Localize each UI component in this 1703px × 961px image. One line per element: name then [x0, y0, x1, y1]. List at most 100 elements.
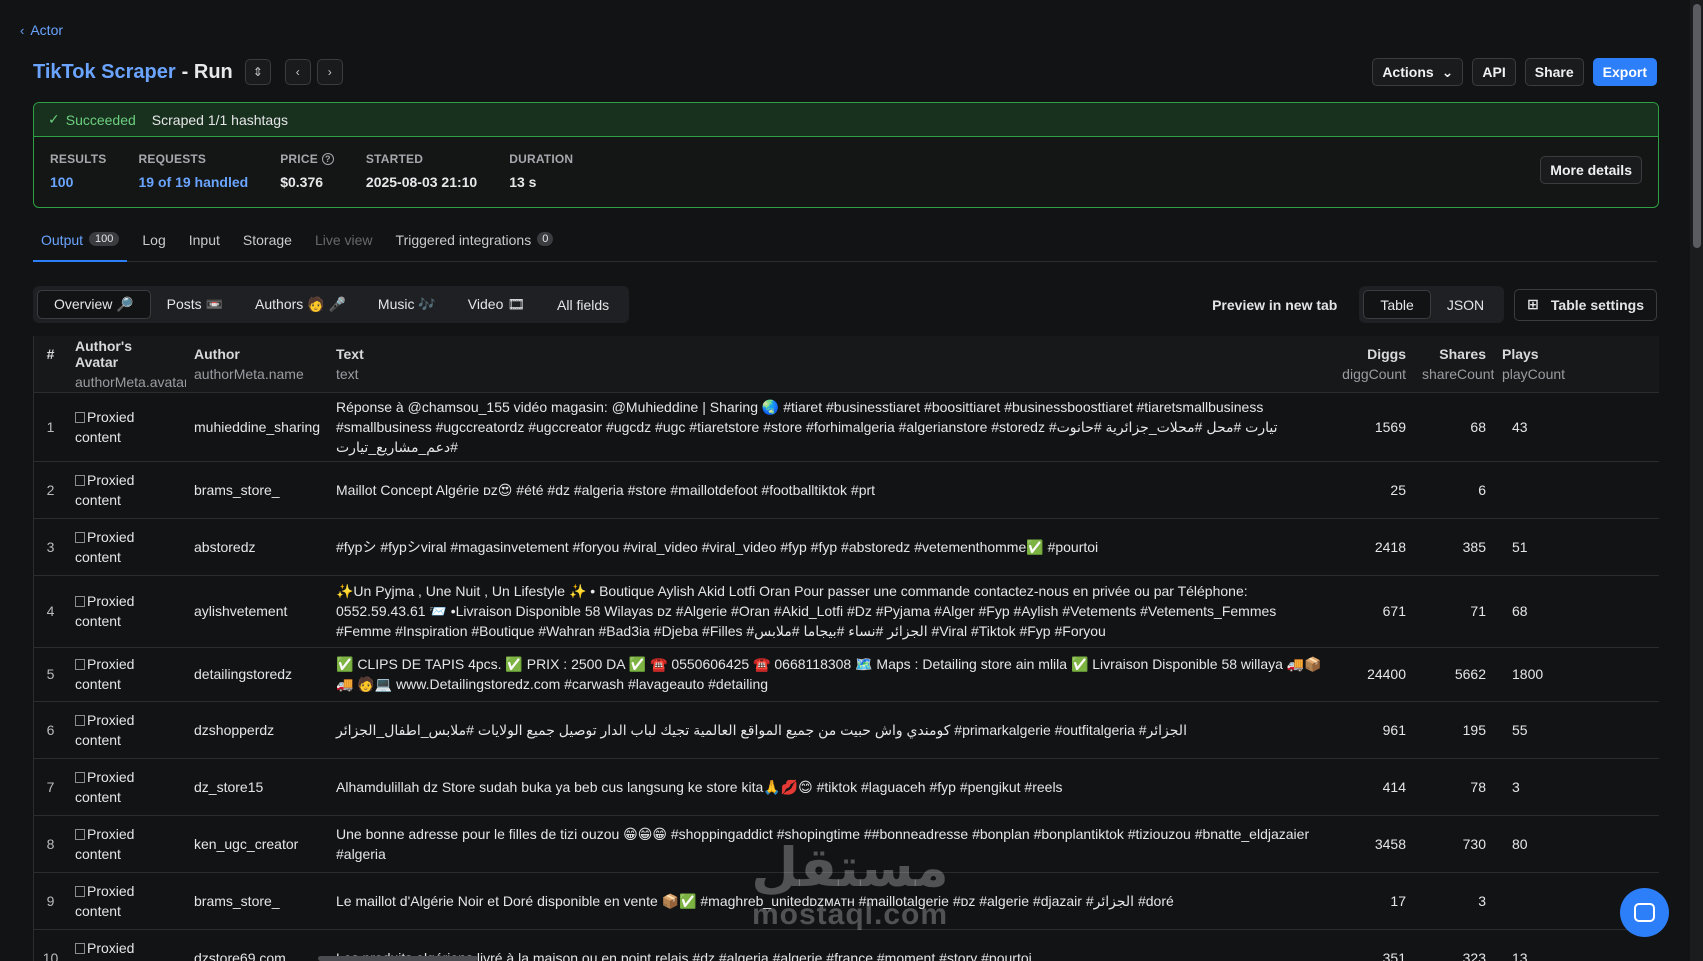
plays-count: 43 [1494, 392, 1659, 462]
vertical-scrollbar[interactable] [1690, 0, 1703, 961]
tab-input[interactable]: Input [181, 228, 228, 262]
author-name: muhieddine_sharing [186, 392, 328, 462]
author-name: brams_store_ [186, 461, 328, 519]
run-stats: RESULTS 100 REQUESTS 19 of 19 handled PR… [34, 137, 1658, 190]
run-tabs: Output 100 Log Input Storage Live view Tr… [33, 228, 1657, 262]
row-index: 10 [34, 929, 67, 961]
column-header-author[interactable]: Author authorMeta.name [186, 336, 328, 393]
column-title: Author [194, 345, 240, 362]
view-music[interactable]: Music 🎶 [362, 290, 452, 319]
table-row[interactable]: 6 Proxied content dzshopperdz كومندي واش حب… [34, 701, 1659, 759]
shares-count: 68 [1414, 392, 1494, 462]
stat-requests: REQUESTS 19 of 19 handled [139, 152, 249, 190]
previous-run-button[interactable]: ‹ [284, 59, 311, 85]
author-avatar: Proxied content [67, 872, 186, 930]
results-value-link[interactable]: 100 [50, 174, 107, 190]
breadcrumb-back-link[interactable]: ‹ Actor [20, 22, 63, 38]
preview-new-tab-link[interactable]: Preview in new tab [1212, 297, 1337, 313]
more-details-button[interactable]: More details [1540, 156, 1642, 184]
post-text: Maillot Concept Algérie ᴅᴢ😍 #été #dz #al… [328, 461, 1332, 519]
author-name: detailingstoredz [186, 647, 328, 702]
table-row[interactable]: 2 Proxied content brams_store_ Maillot Conc… [34, 461, 1659, 519]
table-row[interactable]: 4 Proxied content aylishvetement ✨Un Pyjma … [34, 575, 1659, 648]
view-authors[interactable]: Authors 🧑 🎤 [239, 290, 362, 319]
format-json[interactable]: JSON [1431, 290, 1500, 319]
column-header-index[interactable]: # [34, 336, 67, 393]
tab-triggered-integrations[interactable]: Triggered integrations 0 [388, 228, 562, 262]
row-index: 1 [34, 392, 67, 462]
table-row[interactable]: 5 Proxied content detailingstoredz ✅ CLIPS … [34, 647, 1659, 702]
column-header-avatar[interactable]: Author's Avatar authorMeta.avatar [67, 336, 186, 393]
column-header-text[interactable]: Text text [328, 336, 1332, 393]
avatar-image-placeholder: Proxied content [75, 938, 178, 961]
author-avatar: Proxied content [67, 815, 186, 873]
row-index: 7 [34, 758, 67, 816]
chevron-right-icon: › [327, 65, 332, 79]
stat-results: RESULTS 100 [50, 152, 107, 190]
table-tools: Preview in new tab Table JSON ⊞ Table set… [1212, 286, 1657, 323]
output-toolbar: Overview 🔎 Posts 📼 Authors 🧑 🎤 Music 🎶 V… [33, 286, 1657, 324]
table-row[interactable]: 1 Proxied content muhieddine_sharing Répons… [34, 392, 1659, 462]
status-badge: ✓ Succeeded [48, 111, 136, 128]
shares-count: 6 [1414, 461, 1494, 519]
view-all-fields[interactable]: All fields [541, 290, 625, 319]
row-index: 5 [34, 647, 67, 702]
share-button[interactable]: Share [1524, 58, 1584, 86]
column-header-plays[interactable]: Plays playCount [1494, 336, 1659, 393]
author-avatar: Proxied content [67, 518, 186, 576]
scrollbar-thumb[interactable] [1693, 4, 1701, 248]
api-button[interactable]: API [1472, 58, 1516, 86]
broken-image-icon [75, 596, 85, 607]
author-name: ken_ugc_creator [186, 815, 328, 873]
app-page: ‹ Actor TikTok Scraper - Run ⇕ ‹ › Actio… [0, 0, 1690, 961]
diggs-count: 351 [1332, 929, 1414, 961]
column-header-shares[interactable]: Shares shareCount [1414, 336, 1494, 393]
status-message: Scraped 1/1 hashtags [151, 111, 289, 128]
table-row[interactable]: 9 Proxied content brams_store_ Le maillot d… [34, 872, 1659, 930]
post-text: Une bonne adresse pour le filles de tizi… [328, 815, 1332, 873]
post-text: Les produits algériens livré à la maison… [328, 929, 1332, 961]
page-title: TikTok Scraper - Run [33, 61, 233, 84]
chevron-down-icon: ⌄ [1441, 63, 1454, 80]
column-field: authorMeta.avatar [75, 373, 186, 390]
view-posts[interactable]: Posts 📼 [151, 290, 239, 319]
started-value: 2025-08-03 21:10 [365, 174, 478, 190]
diggs-count: 414 [1332, 758, 1414, 816]
stat-label: DURATION [509, 152, 574, 166]
export-button[interactable]: Export [1592, 58, 1657, 86]
table-row[interactable]: 10 Proxied content dzstore69.comLes produi… [34, 929, 1659, 961]
count-badge: 0 [537, 232, 554, 246]
tab-storage[interactable]: Storage [235, 228, 300, 262]
horizontal-scrollbar[interactable] [318, 956, 478, 961]
actor-title-link[interactable]: TikTok Scraper [33, 61, 176, 84]
run-switcher-button[interactable]: ⇕ [244, 59, 271, 85]
next-run-button[interactable]: › [316, 59, 343, 85]
view-video[interactable]: Video 🎞 [452, 290, 541, 319]
column-header-diggs[interactable]: Diggs diggCount [1332, 336, 1414, 393]
shares-count: 730 [1414, 815, 1494, 873]
table-row[interactable]: 3 Proxied content abstoredz #fypシ #fypシvira… [34, 518, 1659, 576]
view-overview[interactable]: Overview 🔎 [37, 290, 151, 319]
tab-log[interactable]: Log [134, 228, 173, 262]
post-text: ✨Un Pyjma , Une Nuit , Un Lifestyle ✨ • … [328, 575, 1332, 648]
actions-dropdown-button[interactable]: Actions ⌄ [1372, 58, 1464, 86]
format-table[interactable]: Table [1363, 290, 1431, 319]
row-index: 2 [34, 461, 67, 519]
diggs-count: 3458 [1332, 815, 1414, 873]
table-row[interactable]: 8 Proxied content ken_ugc_creator Une bonne… [34, 815, 1659, 873]
post-text: Réponse à @chamsou_155 vidéo magasin: @M… [328, 392, 1332, 462]
tab-output[interactable]: Output 100 [33, 228, 128, 262]
diggs-count: 961 [1332, 701, 1414, 759]
duration-value: 13 s [509, 174, 537, 190]
plays-count: 55 [1494, 701, 1659, 759]
table-header-row: # Author's Avatar authorMeta.avatar Autho… [34, 336, 1659, 393]
stat-duration: DURATION 13 s [509, 152, 573, 190]
requests-value-link[interactable]: 19 of 19 handled [139, 174, 249, 190]
broken-image-icon [75, 474, 85, 486]
table-settings-button[interactable]: ⊞ Table settings [1514, 288, 1657, 321]
help-icon[interactable]: ? [321, 153, 334, 165]
results-table-container[interactable]: # Author's Avatar authorMeta.avatar Autho… [33, 336, 1659, 961]
table-row[interactable]: 7 Proxied content dz_store15 Alhamdulillah … [34, 758, 1659, 816]
chat-support-button[interactable] [1620, 888, 1669, 937]
count-badge: 100 [89, 232, 120, 246]
